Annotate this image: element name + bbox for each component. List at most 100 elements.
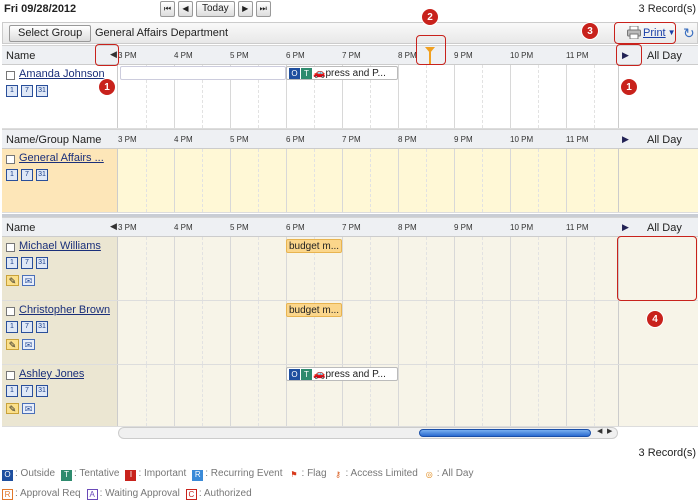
- record-count: 3 Record(s): [638, 3, 696, 15]
- month-view-icon[interactable]: 31: [36, 257, 48, 269]
- time-grid[interactable]: O T 🚗press and P...: [118, 365, 618, 426]
- all-day-cell[interactable]: [618, 365, 698, 426]
- member-actions: ✎ ✉: [6, 339, 35, 350]
- legend-item: ⚑: Flag: [290, 468, 327, 479]
- schedule-event[interactable]: budget m...: [286, 239, 342, 253]
- legend-item: R: Recurring Event: [192, 468, 283, 481]
- group-name-link[interactable]: General Affairs ...: [19, 152, 113, 164]
- user-checkbox[interactable]: [6, 71, 15, 80]
- department-name: General Affairs Department: [95, 27, 229, 39]
- calendar-view-icons: 1 7 31: [6, 385, 48, 397]
- all-day-cell[interactable]: [618, 65, 698, 128]
- day-view-icon[interactable]: 1: [6, 257, 18, 269]
- user-row: Amanda Johnson 1 7 31 O T 🚗press and P...: [2, 65, 698, 129]
- time-tick: 9 PM: [454, 223, 473, 232]
- time-tick: 3 PM: [118, 223, 137, 232]
- scrollbar-thumb[interactable]: [419, 429, 591, 437]
- member-checkbox[interactable]: [6, 243, 15, 252]
- member-actions: ✎ ✉: [6, 275, 35, 286]
- day-view-icon[interactable]: 1: [6, 169, 18, 181]
- week-view-icon[interactable]: 7: [21, 85, 33, 97]
- group-row: General Affairs ... 1 7 31: [2, 149, 698, 213]
- member-checkbox[interactable]: [6, 371, 15, 380]
- car-icon: 🚗: [313, 369, 326, 380]
- time-tick: 6 PM: [286, 135, 305, 144]
- time-grid[interactable]: O T 🚗press and P...: [118, 65, 618, 128]
- edit-schedule-icon[interactable]: ✎: [6, 403, 19, 414]
- day-view-icon[interactable]: 1: [6, 321, 18, 333]
- annotation-box-all-day: [617, 236, 697, 301]
- week-view-icon[interactable]: 7: [21, 169, 33, 181]
- today-button[interactable]: Today: [196, 1, 235, 17]
- date-nav-buttons: ⏮ ◀ Today ▶ ⏭: [160, 1, 271, 17]
- all-day-icon: ◎: [425, 470, 433, 479]
- schedule-event[interactable]: budget m...: [286, 303, 342, 317]
- time-grid[interactable]: [118, 149, 618, 212]
- edit-schedule-icon[interactable]: ✎: [6, 275, 19, 286]
- horizontal-scrollbar[interactable]: ◀ ▶: [118, 427, 618, 439]
- member-name-cell: Ashley Jones 1 7 31 ✎ ✉: [2, 365, 118, 426]
- legend-item: A: Waiting Approval: [86, 488, 180, 500]
- legend-item: O: Outside: [2, 468, 55, 481]
- previous-day-button[interactable]: ◀: [178, 1, 193, 17]
- event-bar-continuation[interactable]: [120, 66, 286, 80]
- name-group-column-header: Name/Group Name: [6, 134, 102, 146]
- time-tick: 6 PM: [286, 51, 305, 60]
- date-navigation-bar: Fri 09/28/2012 ⏮ ◀ Today ▶ ⏭ 3 Record(s): [0, 0, 700, 20]
- user-name-link[interactable]: Amanda Johnson: [19, 68, 105, 80]
- event-title: press and P...: [325, 68, 386, 79]
- member-checkbox[interactable]: [6, 307, 15, 316]
- schedule-event[interactable]: O T 🚗press and P...: [286, 66, 398, 80]
- mail-icon[interactable]: ✉: [22, 275, 35, 286]
- last-page-button[interactable]: ⏭: [255, 1, 271, 17]
- legend-item: ⚷: Access Limited: [333, 468, 418, 481]
- time-tick: 3 PM: [118, 135, 137, 144]
- time-tick: 10 PM: [510, 51, 534, 60]
- scroll-left-icon[interactable]: ◀: [110, 221, 117, 232]
- time-grid[interactable]: budget m...: [118, 301, 618, 364]
- all-day-cell[interactable]: [618, 149, 698, 212]
- week-view-icon[interactable]: 7: [21, 385, 33, 397]
- scroll-right-icon[interactable]: ▶: [622, 222, 629, 233]
- tentative-badge: T: [301, 68, 312, 79]
- time-tick: 9 PM: [454, 135, 473, 144]
- callout-marker: 4: [646, 310, 664, 328]
- member-row: Michael Williams 1 7 31 ✎ ✉ budget m...: [2, 237, 698, 301]
- event-title: press and P...: [325, 369, 386, 380]
- week-view-icon[interactable]: 7: [21, 321, 33, 333]
- time-grid[interactable]: budget m...: [118, 237, 618, 300]
- month-view-icon[interactable]: 31: [36, 85, 48, 97]
- tentative-badge: T: [301, 369, 312, 380]
- member-name-link[interactable]: Ashley Jones: [19, 368, 84, 380]
- time-tick: 5 PM: [230, 51, 249, 60]
- mail-icon[interactable]: ✉: [22, 403, 35, 414]
- member-timeline-header: Name ◀ 3 PM 4 PM 5 PM 6 PM 7 PM 8 PM 9 P…: [2, 217, 698, 237]
- group-timeline-header: Name/Group Name 3 PM 4 PM 5 PM 6 PM 7 PM…: [2, 129, 698, 149]
- select-group-button[interactable]: Select Group: [9, 25, 92, 42]
- scroll-right-arrow-icon[interactable]: ▶: [607, 427, 612, 435]
- month-view-icon[interactable]: 31: [36, 385, 48, 397]
- scroll-left-arrow-icon[interactable]: ◀: [597, 427, 602, 435]
- day-view-icon[interactable]: 1: [6, 85, 18, 97]
- legend-row-2: R: Approval Req A: Waiting Approval C: A…: [2, 488, 252, 500]
- schedule-event[interactable]: O T 🚗press and P...: [286, 367, 398, 381]
- member-actions: ✎ ✉: [6, 403, 35, 414]
- next-day-button[interactable]: ▶: [237, 1, 253, 17]
- callout-marker: 1: [98, 78, 116, 96]
- month-view-icon[interactable]: 31: [36, 169, 48, 181]
- annotation-box-print: [614, 22, 676, 44]
- member-name-link[interactable]: Christopher Brown: [19, 304, 110, 316]
- month-view-icon[interactable]: 31: [36, 321, 48, 333]
- first-page-button[interactable]: ⏮: [160, 1, 175, 17]
- week-view-icon[interactable]: 7: [21, 257, 33, 269]
- time-tick: 6 PM: [286, 223, 305, 232]
- group-checkbox[interactable]: [6, 155, 15, 164]
- day-view-icon[interactable]: 1: [6, 385, 18, 397]
- refresh-icon[interactable]: ↻: [683, 25, 695, 42]
- all-day-column-header: All Day: [647, 134, 682, 146]
- member-row: Ashley Jones 1 7 31 ✎ ✉ O T 🚗press and P..…: [2, 365, 698, 427]
- scroll-right-icon[interactable]: ▶: [622, 134, 629, 145]
- member-name-link[interactable]: Michael Williams: [19, 240, 101, 252]
- mail-icon[interactable]: ✉: [22, 339, 35, 350]
- edit-schedule-icon[interactable]: ✎: [6, 339, 19, 350]
